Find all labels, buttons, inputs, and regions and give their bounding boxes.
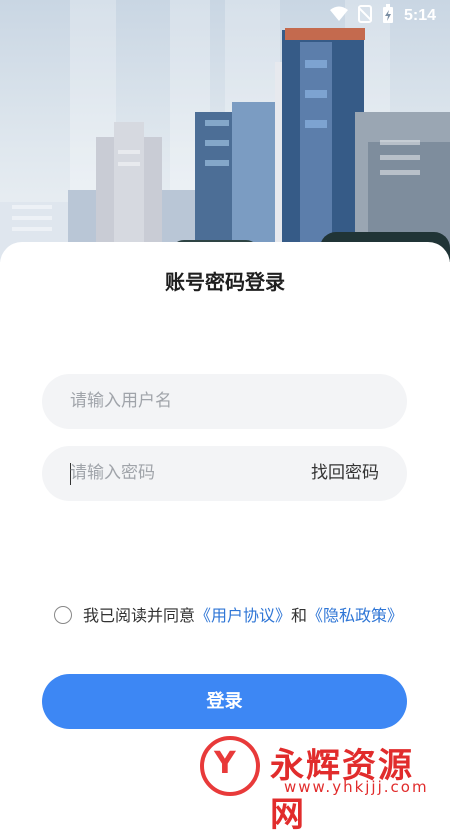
wifi-icon (329, 6, 348, 26)
login-button[interactable]: 登录 (42, 674, 407, 729)
status-bar: 5:14 (329, 0, 450, 32)
watermark: Y 永辉资源网 www.yhkjjj.com (200, 730, 430, 835)
watermark-url: www.yhkjjj.com (284, 778, 429, 796)
privacy-policy-link[interactable]: 《隐私政策》 (307, 606, 403, 625)
agreement-checkbox[interactable] (54, 606, 72, 624)
agreement-prefix: 我已阅读并同意 (83, 606, 196, 625)
agreement-text: 我已阅读并同意《用户协议》和《隐私政策》 (83, 603, 413, 628)
status-time: 5:14 (403, 7, 436, 24)
username-input[interactable]: 请输入用户名 (42, 374, 407, 429)
password-input[interactable]: 请输入密码 找回密码 (42, 446, 407, 501)
page-title: 账号密码登录 (165, 270, 285, 294)
watermark-logo-icon: Y (200, 736, 260, 796)
forgot-password-link[interactable]: 找回密码 (311, 446, 379, 501)
header-illustration (0, 0, 450, 262)
no-sim-icon (357, 5, 373, 27)
battery-charging-icon (382, 4, 394, 28)
agreement-and: 和 (291, 606, 308, 625)
user-agreement-link[interactable]: 《用户协议》 (195, 606, 291, 625)
password-placeholder: 请输入密码 (70, 463, 155, 483)
username-placeholder: 请输入用户名 (70, 391, 172, 411)
